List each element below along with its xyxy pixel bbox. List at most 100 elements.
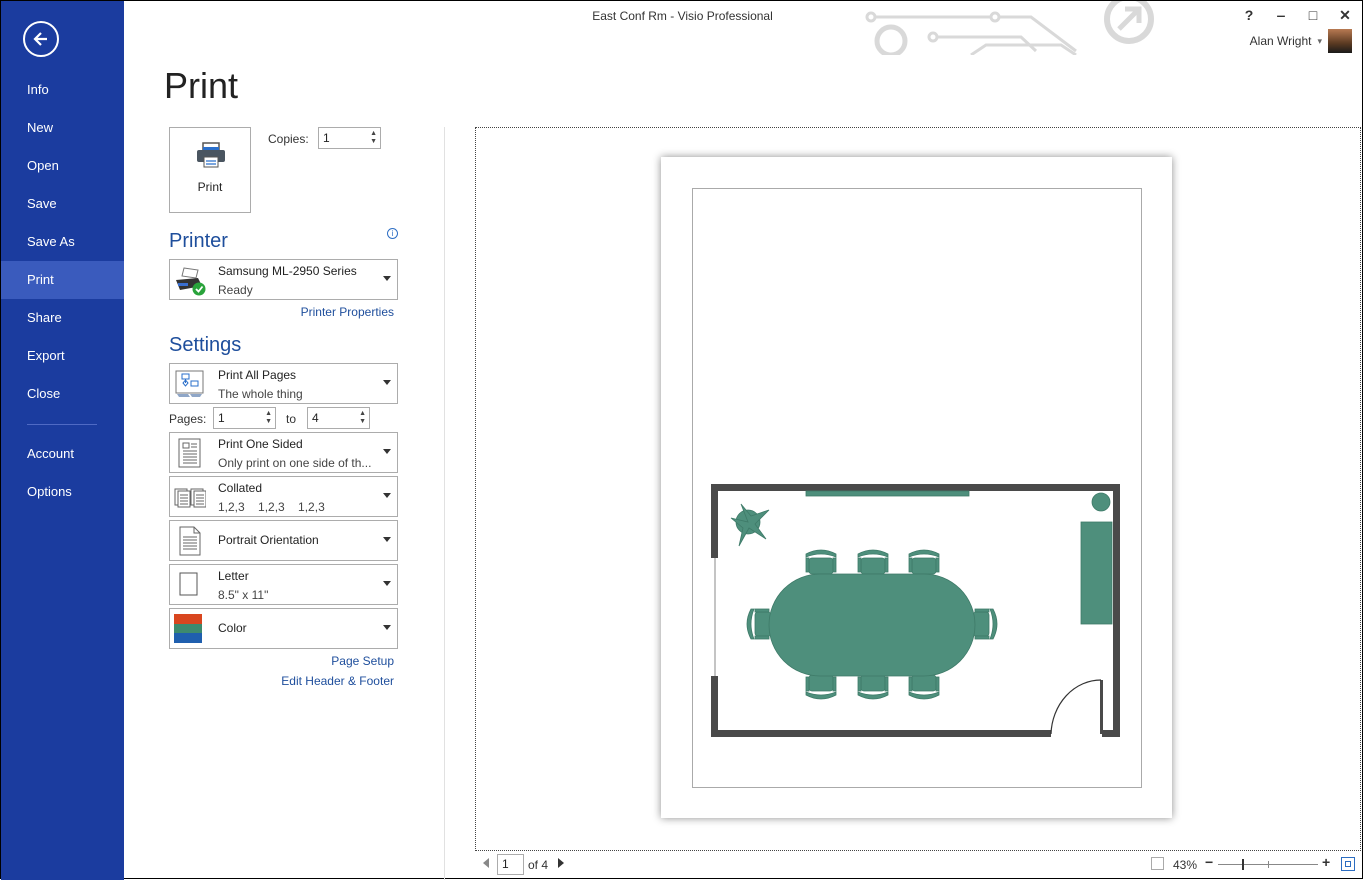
current-page-input[interactable]: 1 bbox=[497, 854, 524, 875]
help-button[interactable]: ? bbox=[1242, 7, 1256, 24]
sidebar-item-info[interactable]: Info bbox=[1, 71, 124, 109]
collation-dropdown[interactable]: Collated 1,2,3 1,2,3 1,2,3 bbox=[169, 476, 398, 517]
all-pages-icon bbox=[175, 370, 204, 397]
zoom-in-button[interactable]: + bbox=[1322, 854, 1330, 870]
pages-from-value: 1 bbox=[218, 411, 225, 425]
plant bbox=[730, 503, 770, 547]
paper-size-dropdown[interactable]: Letter 8.5" x 11" bbox=[169, 564, 398, 605]
copies-stepper[interactable]: 1 ▲ ▼ bbox=[318, 127, 381, 149]
zoom-to-page-button[interactable] bbox=[1151, 857, 1164, 870]
minimize-button[interactable]: ‒ bbox=[1274, 7, 1288, 24]
zoom-out-button[interactable]: − bbox=[1205, 854, 1213, 870]
print-range-dropdown[interactable]: Print All Pages The whole thing bbox=[169, 363, 398, 404]
orientation-dropdown[interactable]: Portrait Orientation bbox=[169, 520, 398, 561]
page-setup-link[interactable]: Page Setup bbox=[169, 654, 394, 668]
chair bbox=[857, 674, 889, 700]
sidebar-item-close[interactable]: Close bbox=[1, 375, 124, 413]
account-menu[interactable]: Alan Wright ▾ bbox=[1250, 29, 1352, 53]
window-controls: ? ‒ □ ✕ bbox=[1242, 7, 1352, 24]
paper-size-title: Letter bbox=[218, 569, 249, 583]
print-backstage-window: Info New Open Save Save As Print Share E… bbox=[0, 0, 1363, 880]
collation-subtitle: 1,2,3 1,2,3 1,2,3 bbox=[218, 500, 325, 514]
caret-down-icon bbox=[383, 380, 391, 385]
print-range-subtitle: The whole thing bbox=[218, 387, 303, 401]
sidebar-item-print[interactable]: Print bbox=[1, 261, 124, 299]
zoom-percent: 43% bbox=[1173, 858, 1198, 872]
chair bbox=[805, 549, 837, 575]
chair bbox=[746, 608, 772, 640]
chair bbox=[908, 674, 940, 700]
sofa bbox=[1080, 521, 1113, 625]
maximize-button[interactable]: □ bbox=[1306, 7, 1320, 24]
page-title: Print bbox=[164, 65, 239, 106]
sides-title: Print One Sided bbox=[218, 437, 303, 451]
print-button[interactable]: Print bbox=[169, 127, 251, 213]
chevron-down-icon: ▾ bbox=[1317, 35, 1322, 46]
caret-down-icon bbox=[383, 449, 391, 454]
chair bbox=[972, 608, 998, 640]
sidebar-item-save-as[interactable]: Save As bbox=[1, 223, 124, 261]
pages-to-value: 4 bbox=[312, 411, 319, 425]
copies-value: 1 bbox=[323, 131, 330, 145]
close-button[interactable]: ✕ bbox=[1338, 7, 1352, 24]
floor-plan-drawing bbox=[711, 484, 1120, 737]
zoom-slider-thumb[interactable] bbox=[1241, 859, 1244, 870]
zoom-slider[interactable] bbox=[1218, 859, 1318, 870]
sidebar-item-options[interactable]: Options bbox=[1, 473, 124, 511]
sidebar-item-account[interactable]: Account bbox=[1, 435, 124, 473]
printer-properties-link[interactable]: Printer Properties bbox=[169, 305, 394, 319]
printer-dropdown[interactable]: Samsung ML-2950 Series Ready bbox=[169, 259, 398, 300]
chair bbox=[908, 549, 940, 575]
page-count: of 4 bbox=[528, 858, 549, 872]
settings-heading: Settings bbox=[169, 334, 242, 356]
sidebar-item-share[interactable]: Share bbox=[1, 299, 124, 337]
caret-down-icon bbox=[383, 493, 391, 498]
caret-down-icon bbox=[383, 625, 391, 630]
orientation-title: Portrait Orientation bbox=[218, 533, 319, 547]
stepper-arrows-icon[interactable]: ▲ ▼ bbox=[370, 130, 377, 146]
caret-down-icon bbox=[383, 276, 391, 281]
credenza bbox=[805, 490, 970, 497]
window-title: East Conf Rm - Visio Professional bbox=[592, 9, 773, 23]
previous-page-button[interactable] bbox=[483, 858, 489, 868]
pages-to-stepper[interactable]: 4 ▲ ▼ bbox=[307, 407, 370, 429]
sidebar-item-save[interactable]: Save bbox=[1, 185, 124, 223]
back-button[interactable] bbox=[23, 21, 59, 57]
fit-to-window-button[interactable] bbox=[1341, 857, 1355, 871]
stepper-arrows-icon[interactable]: ▲ ▼ bbox=[359, 410, 366, 426]
to-label: to bbox=[286, 412, 297, 426]
portrait-icon bbox=[179, 526, 201, 556]
panel-divider bbox=[444, 127, 445, 880]
chair bbox=[857, 549, 889, 575]
pages-label: Pages: bbox=[169, 412, 207, 426]
color-swatch-icon bbox=[174, 614, 202, 643]
info-icon[interactable]: i bbox=[387, 228, 398, 239]
sidebar-item-open[interactable]: Open bbox=[1, 147, 124, 185]
print-button-label: Print bbox=[197, 180, 223, 194]
next-page-button[interactable] bbox=[558, 858, 564, 868]
back-arrow-icon bbox=[33, 32, 47, 46]
printer-ready-icon bbox=[176, 267, 206, 296]
printer-icon bbox=[197, 142, 225, 168]
paper-size-subtitle: 8.5" x 11" bbox=[218, 588, 269, 602]
sidebar-item-new[interactable]: New bbox=[1, 109, 124, 147]
caret-down-icon bbox=[383, 581, 391, 586]
copies-label: Copies: bbox=[268, 132, 309, 146]
edit-header-footer-link[interactable]: Edit Header & Footer bbox=[169, 674, 394, 688]
sidebar-item-export[interactable]: Export bbox=[1, 337, 124, 375]
one-sided-icon bbox=[178, 438, 201, 468]
pages-from-stepper[interactable]: 1 ▲ ▼ bbox=[213, 407, 276, 429]
chair bbox=[805, 674, 837, 700]
conference-table bbox=[768, 573, 976, 677]
stepper-arrows-icon[interactable]: ▲ ▼ bbox=[265, 410, 272, 426]
sides-dropdown[interactable]: Print One Sided Only print on one side o… bbox=[169, 432, 398, 473]
collated-icon bbox=[174, 488, 206, 508]
side-table bbox=[1091, 492, 1111, 512]
sides-subtitle: Only print on one side of th... bbox=[218, 456, 372, 470]
avatar bbox=[1328, 29, 1352, 53]
print-range-title: Print All Pages bbox=[218, 368, 297, 382]
backstage-sidebar: Info New Open Save Save As Print Share E… bbox=[1, 1, 124, 880]
letter-page-icon bbox=[179, 572, 198, 596]
color-dropdown[interactable]: Color bbox=[169, 608, 398, 649]
caret-down-icon bbox=[383, 537, 391, 542]
